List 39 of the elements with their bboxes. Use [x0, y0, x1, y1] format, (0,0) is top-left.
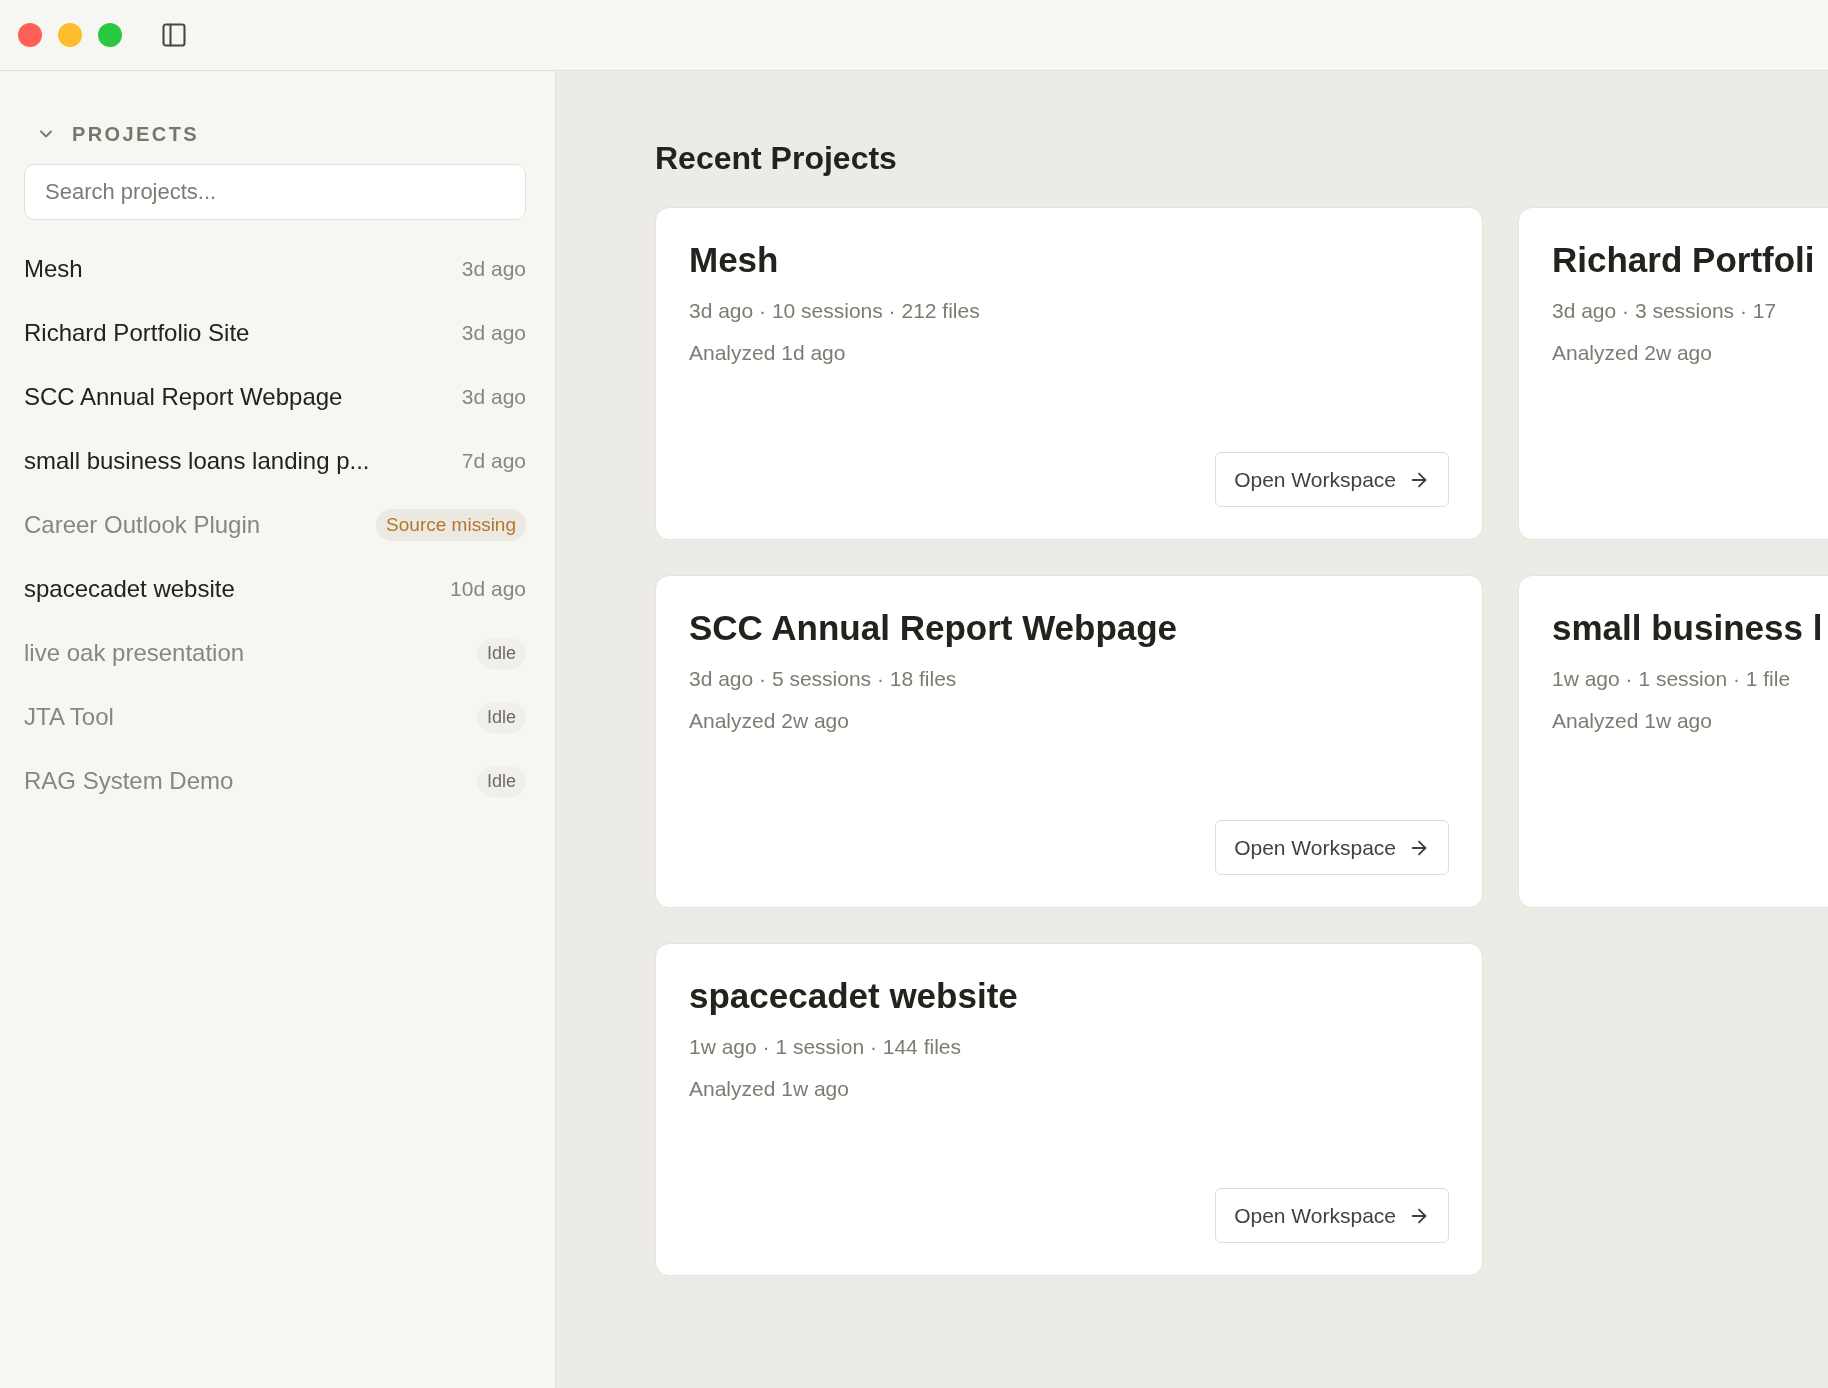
card-meta: 1w ago · 1 session · 1 file	[1552, 666, 1791, 692]
card-meta: 3d ago · 5 sessions · 18 files	[689, 666, 957, 692]
card-title: Mesh	[689, 239, 779, 281]
minimize-window-icon[interactable]	[58, 23, 82, 47]
time-label: 3d ago	[461, 320, 526, 347]
card-meta: 1w ago · 1 session · 144 files	[689, 1034, 961, 1060]
analyzed-label: Analyzed 1d ago	[689, 340, 846, 366]
project-name[interactable]: spacecadet website	[24, 571, 235, 607]
time-label: 7d ago	[461, 448, 526, 475]
close-window-icon[interactable]	[18, 23, 42, 47]
status-badge: Idle	[476, 637, 526, 669]
zoom-window-icon[interactable]	[98, 23, 122, 47]
open-workspace-button[interactable]: Open Workspace	[1215, 452, 1449, 507]
project-name[interactable]: Mesh	[24, 251, 83, 287]
projects-section-toggle[interactable]: PROJECTS	[36, 120, 199, 148]
time-label: 3d ago	[461, 384, 526, 411]
card-title: small business l	[1552, 607, 1823, 649]
status-badge: Idle	[476, 701, 526, 733]
open-workspace-button[interactable]: Open Workspace	[1215, 1188, 1449, 1243]
card-title: spacecadet website	[689, 975, 1018, 1017]
card-title: Richard Portfoli	[1552, 239, 1815, 281]
analyzed-label: Analyzed 1w ago	[689, 1076, 849, 1102]
card-meta: 3d ago · 10 sessions · 212 files	[689, 298, 980, 324]
page-heading: Recent Projects	[655, 139, 898, 178]
analyzed-label: Analyzed 1w ago	[1552, 708, 1712, 734]
status-badge: Idle	[476, 765, 526, 797]
card-meta: 3d ago · 3 sessions · 17	[1552, 298, 1777, 324]
sidebar-toggle-icon[interactable]	[160, 21, 188, 49]
project-name[interactable]: small business loans landing p...	[24, 443, 370, 479]
time-label: 3d ago	[461, 256, 526, 283]
search-field[interactable]: Search projects...	[24, 164, 526, 220]
project-name[interactable]: SCC Annual Report Webpage	[24, 379, 343, 415]
analyzed-label: Analyzed 2w ago	[689, 708, 849, 734]
time-label: 10d ago	[450, 576, 526, 603]
project-name[interactable]: Richard Portfolio Site	[24, 315, 250, 351]
warning-badge: Source missing	[376, 508, 526, 542]
card-title: SCC Annual Report Webpage	[689, 607, 1178, 649]
open-workspace-button[interactable]: Open Workspace	[1215, 820, 1449, 875]
analyzed-label: Analyzed 2w ago	[1552, 340, 1712, 366]
